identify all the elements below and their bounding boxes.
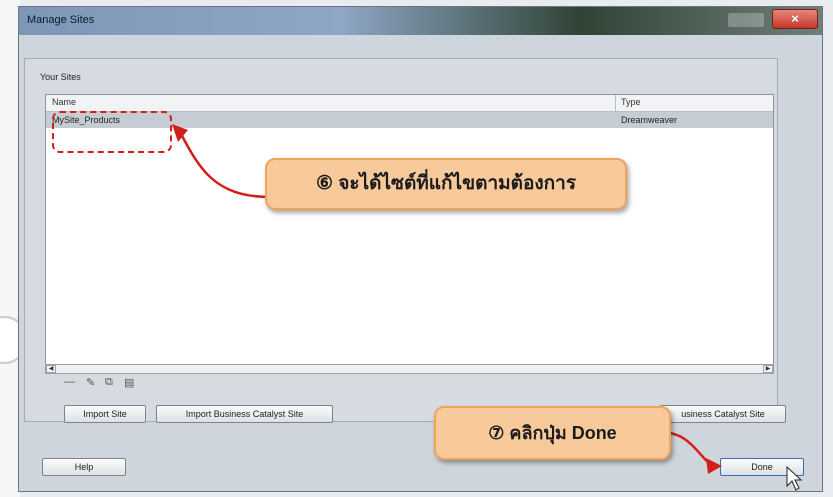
mouse-cursor-icon <box>786 465 803 491</box>
callout-step7: ⑦ คลิกปุ่ม Done <box>434 406 671 460</box>
annotation-arrows <box>172 124 803 491</box>
callout-step6: ⑥ จะได้ไซต์ที่แก้ไขตามต้องการ <box>265 158 627 210</box>
arrow-step7-head <box>706 458 722 474</box>
arrow-step6 <box>178 131 269 199</box>
arrow-step6-head <box>172 124 188 142</box>
